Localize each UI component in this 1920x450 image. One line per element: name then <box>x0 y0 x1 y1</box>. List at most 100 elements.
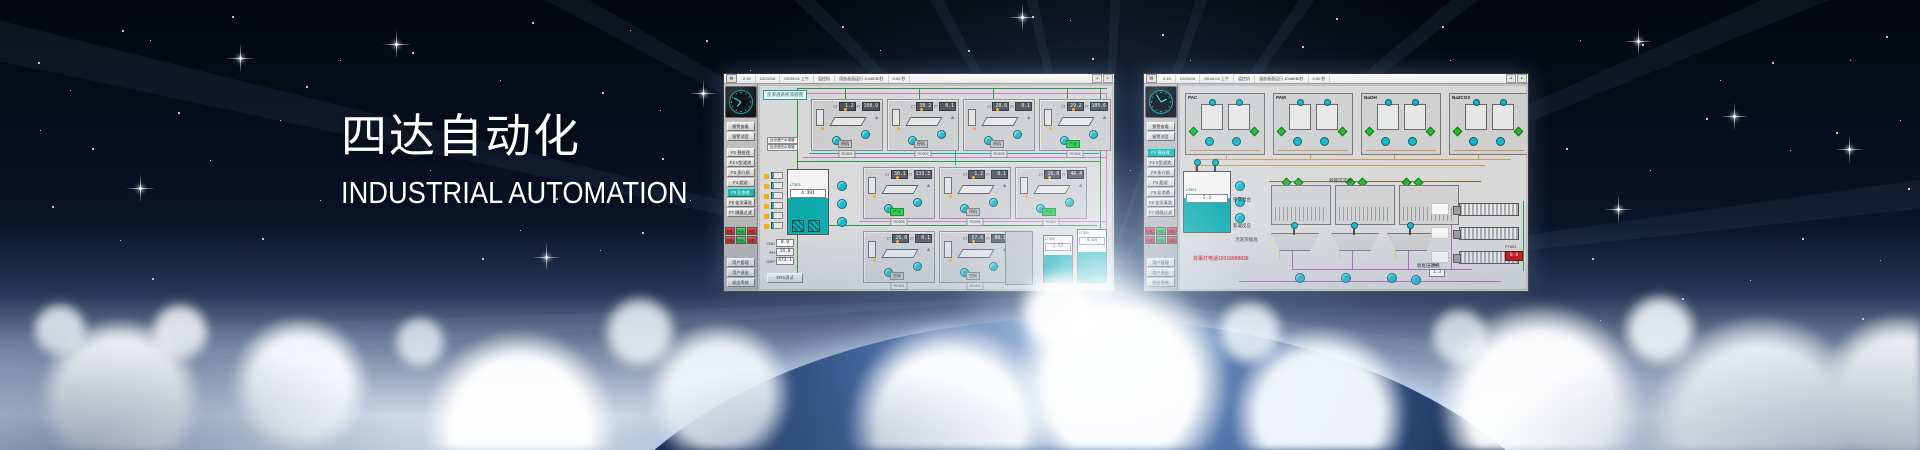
legend-button[interactable] <box>1431 251 1449 263</box>
header-tag: 反渗透产水母管 <box>767 137 798 144</box>
valve-icon <box>1277 127 1287 137</box>
status-cell: 2#运行 <box>1156 227 1166 235</box>
user-logout-button[interactable]: 用户退出 <box>1147 268 1175 277</box>
skid-label: PAC <box>1188 95 1197 100</box>
pump-icon <box>1205 137 1214 146</box>
ct-prefix: CT <box>885 173 889 177</box>
analog-clock <box>1145 86 1177 118</box>
ct-lcd-value: 57.6 <box>968 234 985 243</box>
ro-unit-row: CT 1.2 FT 160.9 A 停机 RO001 CT 38.2 FT 0.… <box>811 99 1111 151</box>
user-logout-button[interactable]: 用户退出 <box>727 268 755 277</box>
fkey-button[interactable]: F6 化学清洗 <box>1147 198 1175 207</box>
legend-button[interactable] <box>1431 203 1449 215</box>
fkey-button[interactable]: F3 多介质 <box>1147 168 1175 177</box>
test-button[interactable]: KRS测试 <box>767 273 803 283</box>
nav-back-icon[interactable]: ◄ <box>1506 74 1516 83</box>
hero-banner: 四达自动化 INDUSTRIAL AUTOMATION ▤ 2:10 12/02… <box>0 0 1920 450</box>
fkey-button[interactable]: F4 超滤 <box>1147 178 1175 187</box>
analyzer-params: CND0.0PH14.0ORP473.1 <box>761 239 794 266</box>
ft-lcd-value: 46.4 <box>1067 170 1084 179</box>
dosing-skid: Na2CO3 <box>1449 93 1527 155</box>
tank-level-lcd: 4.04 <box>1079 237 1105 245</box>
status-cell: 3#故障 <box>1167 227 1177 235</box>
fkey-button[interactable]: F7 隔膜过滤 <box>1147 208 1175 217</box>
pipe <box>803 93 1106 94</box>
valve-dot <box>873 259 876 262</box>
ro-unit: CT 38.2 FT 0.1 A 停机 RO002 <box>887 99 959 151</box>
ct-lcd-value: 38.2 <box>916 102 933 111</box>
mixer-icon <box>1500 99 1507 106</box>
settler-basin <box>1399 185 1459 225</box>
storage-tank: LT303 4.391 <box>787 169 829 235</box>
skid-label: NaOH <box>1364 95 1377 100</box>
process-canvas-ro: 反渗透系统流程图 反渗透产水母管 反渗透浓水母管 CT 1.2 FT 160.9… <box>759 85 1113 290</box>
exit-system-button[interactable]: 退出系统 <box>727 278 755 287</box>
fkey-button[interactable]: F5 反渗透 <box>1147 188 1175 197</box>
mixer-icon <box>1236 99 1243 106</box>
instrument-column <box>816 109 824 126</box>
valve-row <box>763 211 783 219</box>
hmi-titlebar: ▤ 2:10 12/02/16 09:05:01 上午 监控机 组态画面运行 1… <box>724 74 1114 84</box>
user-manage-button[interactable]: 用户管理 <box>1147 258 1175 267</box>
pump-icon <box>1341 273 1351 283</box>
ct-lcd-value: 30.1 <box>891 170 908 179</box>
flocculation-label: 絮凝反应 <box>1233 223 1251 229</box>
process-canvas-pretreatment: PAC PAM NaOH Na2CO3 <box>1179 85 1527 290</box>
titlebar-date: 12/02/16 <box>1176 75 1201 83</box>
valve-dot <box>1072 108 1075 111</box>
param-value: 0.0 <box>776 239 794 247</box>
titlebar-clock: 09:05:01 上午 <box>1200 75 1234 83</box>
ft-prefix: FT <box>909 173 913 177</box>
valve-dot <box>973 127 976 130</box>
menu-icon[interactable]: ▤ <box>726 74 737 83</box>
menu-icon[interactable]: ▤ <box>1146 74 1157 83</box>
ft-prefix: FT <box>910 237 914 241</box>
valve-icon <box>1250 127 1260 137</box>
brand-title-zh: 四达自动化 <box>341 110 735 163</box>
pump-icon <box>837 199 847 209</box>
alarm-view-button[interactable]: 报警查看 <box>1147 122 1175 131</box>
hmi-body: 报警查看 报警消音 F1 预处理F2 V型滤池F3 多介质F4 超滤F5 反渗透… <box>724 84 1114 291</box>
titlebar-station: 监控机 <box>814 75 835 83</box>
exit-system-button[interactable]: 退出系统 <box>1147 278 1175 287</box>
titlebar-time: 2:10 <box>1159 75 1176 83</box>
user-manage-button[interactable]: 用户管理 <box>727 258 755 267</box>
tank-level-lcd: 2.3 <box>1186 194 1228 203</box>
param-label: ORP <box>761 259 775 264</box>
pipe <box>1278 150 1348 151</box>
alarm-mute-button[interactable]: 报警消音 <box>1147 132 1175 141</box>
fkey-button[interactable]: F1 预处理 <box>1147 148 1175 157</box>
nav-forward-icon[interactable]: ► <box>1103 74 1113 83</box>
pt-lcd-value: 0.0 <box>1505 251 1523 261</box>
settler-label: 斜管沉淀池 <box>1329 178 1352 184</box>
unit-lcd-group: CT 57.6 FT 80.1 <box>963 234 1008 243</box>
membrane-vessel <box>905 117 942 126</box>
status-cell: 6#故障 <box>1167 236 1177 244</box>
chemical-tank <box>1289 104 1311 130</box>
nav-back-icon[interactable]: ◄ <box>1092 74 1102 83</box>
mixer-icon <box>1324 99 1331 106</box>
valve-dot <box>949 195 952 198</box>
pipe <box>1292 251 1293 269</box>
ct-prefix: CT <box>1061 105 1065 109</box>
ro-unit-row: CT 30.1 FT 133.3 A 产水 RO005 CT 1.2 FT 0.… <box>863 167 1087 219</box>
pump-icon <box>837 181 847 191</box>
param-value: 14.0 <box>776 248 794 256</box>
ro-unit: CT 57.6 FT 80.1 A 空闲 RO402 <box>939 231 1011 283</box>
phone-notice: 有事打电话15016099836 <box>1193 255 1249 262</box>
fkey-button[interactable]: F2 V型滤池 <box>1147 158 1175 167</box>
pump-icon <box>861 130 870 139</box>
nav-forward-icon[interactable]: ► <box>1517 74 1527 83</box>
dosing-skid: NaOH <box>1361 93 1441 155</box>
thickener-label: 污泥浓缩池 <box>1235 237 1258 243</box>
analog-marker: A <box>1103 115 1106 120</box>
legend-button[interactable] <box>1431 227 1449 239</box>
ft-prefix: FT <box>986 173 990 177</box>
ct-prefix: CT <box>887 237 891 241</box>
mixer-icon <box>1209 99 1216 106</box>
sludge-thickener <box>1331 233 1379 251</box>
titlebar-clock: 09:05:01 上午 <box>780 75 814 83</box>
unit-tag: RO003 <box>990 150 1007 158</box>
valve-dot <box>844 108 847 111</box>
ct-lcd-value: 28.6 <box>992 102 1009 111</box>
